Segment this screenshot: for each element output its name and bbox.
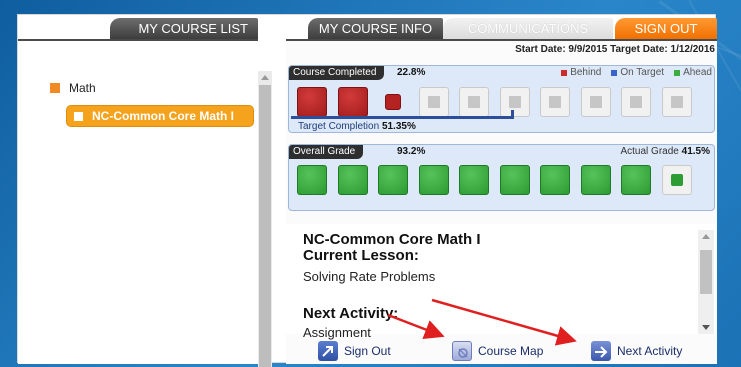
course-completed-value: 22.8% (397, 67, 426, 78)
course-name-heading: NC-Common Core Math I (303, 231, 481, 248)
progress-tile-empty (418, 87, 449, 117)
bottom-action-bar: Sign Out Course Map Next Activity (286, 337, 717, 364)
actual-grade-value: 41.5% (681, 146, 710, 157)
scrollbar-thumb[interactable] (259, 85, 271, 367)
course-completed-label: Course Completed (289, 66, 385, 80)
next-activity-label: Next Activity (617, 343, 683, 358)
tab-my-course-list[interactable]: MY COURSE LIST (110, 18, 258, 39)
course-map-label: Course Map (478, 343, 544, 358)
tab-my-course-info[interactable]: MY COURSE INFO (308, 18, 443, 39)
app-panel: MY COURSE LIST MY COURSE INFO COMMUNICAT… (17, 14, 717, 367)
overall-grade-label: Overall Grade (289, 145, 364, 159)
actual-grade-label: Actual Grade (620, 146, 679, 157)
grade-tile (540, 165, 570, 195)
grade-tile (418, 165, 449, 195)
next-activity-button[interactable]: Next Activity (591, 340, 683, 361)
progress-tile-empty (540, 87, 570, 117)
actual-grade: Actual Grade 41.5% (620, 146, 710, 157)
progress-tile-behind (337, 87, 368, 117)
grade-tiles (297, 165, 702, 195)
progress-tile-empty (499, 87, 530, 117)
tab-bar: MY COURSE LIST MY COURSE INFO COMMUNICAT… (18, 15, 717, 39)
lesson-info: NC-Common Core Math I Current Lesson: So… (286, 224, 717, 340)
lesson-course-name: NC-Common Core Math I Current Lesson: (303, 232, 481, 264)
current-lesson-value: Solving Rate Problems (303, 269, 436, 284)
legend-ahead: Ahead (674, 67, 712, 78)
target-completion-label: Target Completion (298, 121, 380, 132)
legend-on-target: On Target (611, 67, 664, 78)
next-activity-heading: Next Activity: (303, 305, 399, 322)
tab-communications[interactable]: COMMUNICATIONS (443, 18, 613, 39)
course-info-content: Start Date: 9/9/2015 Target Date: 1/12/2… (286, 41, 717, 364)
grade-tile (580, 165, 611, 195)
progress-tile-behind (297, 87, 327, 117)
course-map-button[interactable]: Course Map (452, 340, 544, 361)
grade-tile-partial (661, 165, 692, 195)
progress-tile-empty (459, 87, 489, 117)
grade-tile (378, 165, 408, 195)
sidebar-scrollbar[interactable] (258, 71, 272, 367)
course-bullet-icon (74, 111, 83, 121)
course-item-selected[interactable]: NC-Common Core Math I (66, 105, 254, 127)
course-dates: Start Date: 9/9/2015 Target Date: 1/12/2… (515, 44, 715, 55)
subject-label: Math (69, 81, 96, 95)
scroll-up-icon[interactable] (261, 75, 269, 80)
completion-legend: Behind On Target Ahead (561, 67, 712, 78)
subject-item-math[interactable]: Math (50, 81, 96, 95)
progress-tile-empty (661, 87, 692, 117)
overall-grade-value: 93.2% (397, 146, 426, 157)
legend-on-target-swatch (611, 69, 618, 76)
course-list-sidebar: Math NC-Common Core Math I (18, 41, 272, 367)
legend-ahead-swatch (674, 69, 681, 76)
sign-out-label: Sign Out (344, 343, 391, 358)
grade-tile (337, 165, 368, 195)
completion-tiles (297, 87, 702, 117)
sign-out-button[interactable]: Sign Out (318, 340, 391, 361)
current-lesson-heading: Current Lesson: (303, 247, 419, 264)
scroll-up-icon[interactable] (702, 234, 710, 239)
course-label: NC-Common Core Math I (92, 109, 234, 123)
subject-bullet-icon (50, 83, 60, 93)
grade-tile (621, 165, 651, 195)
progress-tile-empty (621, 87, 651, 117)
grade-tile (459, 165, 489, 195)
sign-out-icon (318, 340, 338, 361)
grade-tile (499, 165, 530, 195)
legend-behind: Behind (561, 67, 601, 78)
target-completion-text: Target Completion 51.35% (298, 121, 416, 132)
legend-behind-swatch (561, 69, 568, 76)
course-map-icon (452, 340, 472, 361)
target-completion-value: 51.35% (381, 121, 416, 132)
scrollbar-thumb[interactable] (700, 250, 712, 294)
scroll-down-icon[interactable] (702, 325, 710, 330)
progress-tile-empty (580, 87, 611, 117)
grade-tile (297, 165, 327, 195)
target-completion-line (291, 110, 514, 119)
overall-grade-panel: Overall Grade 93.2% Actual Grade 41.5% (288, 144, 715, 211)
tab-sign-out[interactable]: SIGN OUT (615, 18, 717, 39)
course-completed-panel: Course Completed 22.8% Behind On Target … (288, 65, 715, 133)
next-activity-icon (591, 340, 611, 361)
lesson-scrollbar[interactable] (698, 230, 714, 334)
progress-tile-partial (385, 94, 401, 110)
